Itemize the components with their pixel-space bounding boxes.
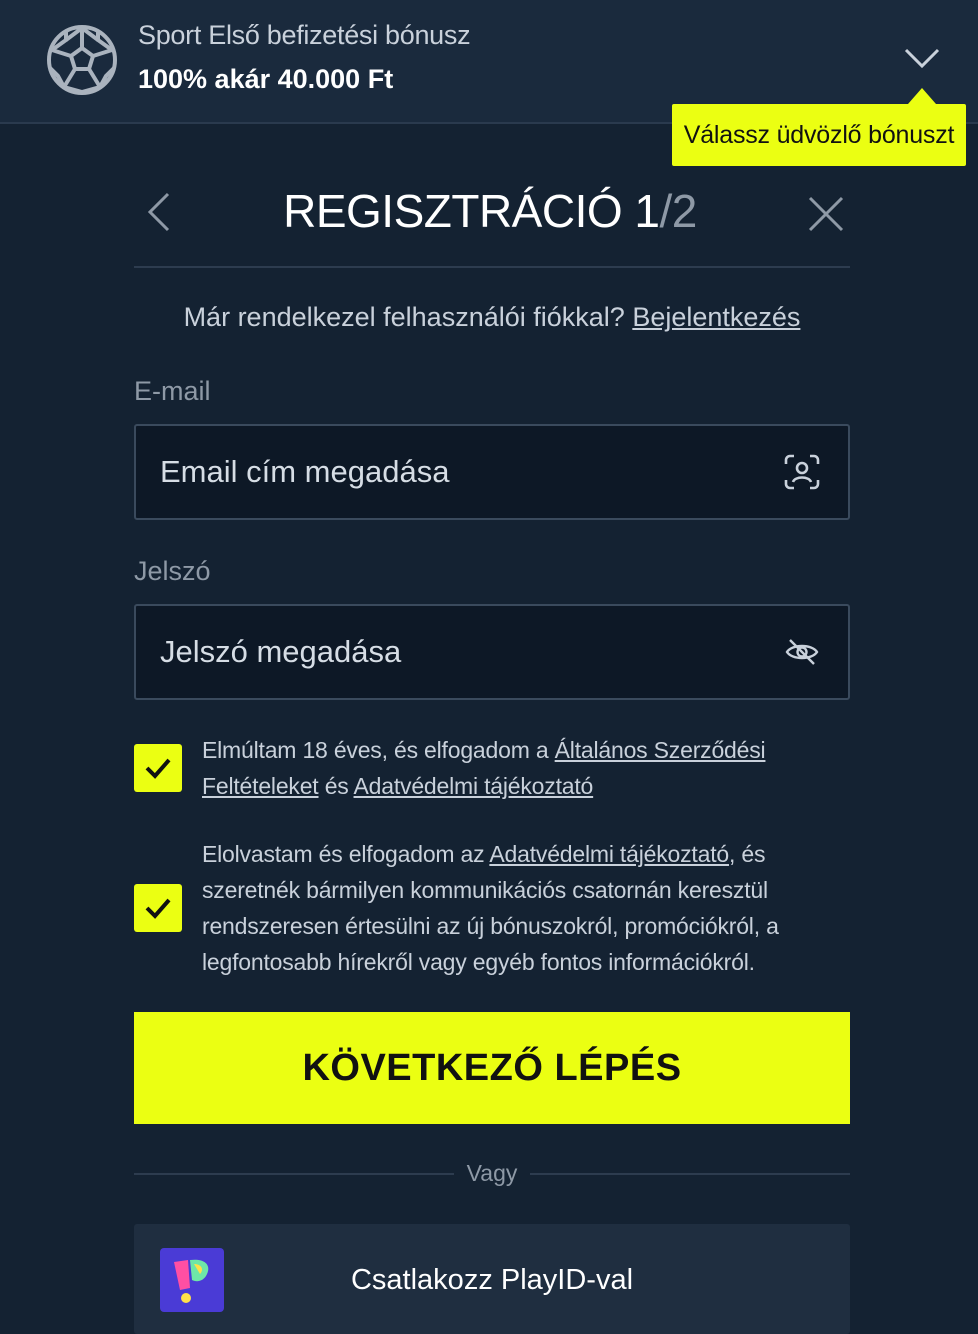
separator-line-right <box>530 1173 850 1175</box>
consent2-text: Elolvastam és elfogadom az <box>202 841 485 867</box>
password-field[interactable] <box>160 606 760 698</box>
next-step-button[interactable]: KÖVETKEZŐ LÉPÉS <box>134 1012 850 1124</box>
separator-line-left <box>134 1173 454 1175</box>
separator-text: Vagy <box>466 1160 518 1186</box>
email-field[interactable] <box>160 426 760 518</box>
password-label: Jelszó <box>134 556 211 586</box>
playid-button[interactable]: Csatlakozz PlayID-val <box>134 1224 850 1334</box>
chevron-left-icon[interactable] <box>140 190 180 234</box>
checkmark-icon <box>145 898 171 919</box>
login-prompt-text: Már rendelkezel felhasználói fiókkal? <box>183 302 625 332</box>
marketing-checkbox[interactable] <box>134 884 182 932</box>
privacy-link-2[interactable]: Adatvédelmi tájékoztató <box>489 841 729 867</box>
soccer-ball-icon <box>47 25 117 95</box>
face-scan-icon[interactable] <box>784 454 820 490</box>
title-step-total: /2 <box>659 185 698 237</box>
welcome-bonus-tooltip: Válassz üdvözlő bónuszt <box>672 88 966 166</box>
marketing-consent: Elolvastam és elfogadom az Adatvédelmi t… <box>202 836 852 980</box>
playid-label: Csatlakozz PlayID-val <box>350 1264 634 1296</box>
age-terms-checkbox[interactable] <box>134 744 182 792</box>
age-terms-consent: Elmúltam 18 éves, és elfogadom a Általán… <box>202 732 852 804</box>
login-prompt: Már rendelkezel felhasználói fiókkal? Be… <box>134 302 850 333</box>
header-divider <box>134 266 850 268</box>
login-link[interactable]: Bejelentkezés <box>632 302 800 332</box>
email-field-box <box>134 424 850 520</box>
close-icon[interactable] <box>806 194 846 234</box>
password-field-box <box>134 604 850 700</box>
chevron-down-icon[interactable] <box>900 40 944 76</box>
consent1-text: Elmúltam 18 éves, és elfogadom a <box>202 737 549 763</box>
email-label: E-mail <box>134 376 211 406</box>
bonus-title: Sport Első befizetési bónusz <box>138 20 471 50</box>
bonus-amount: 100% akár 40.000 Ft <box>138 64 394 94</box>
checkmark-icon <box>145 758 171 779</box>
consent1-and: és <box>324 773 349 799</box>
privacy-link[interactable]: Adatvédelmi tájékoztató <box>354 773 594 799</box>
eye-off-icon[interactable] <box>784 634 820 670</box>
page-title: REGISZTRÁCIÓ 1/2 <box>200 184 780 238</box>
title-step: REGISZTRÁCIÓ 1 <box>283 185 660 237</box>
